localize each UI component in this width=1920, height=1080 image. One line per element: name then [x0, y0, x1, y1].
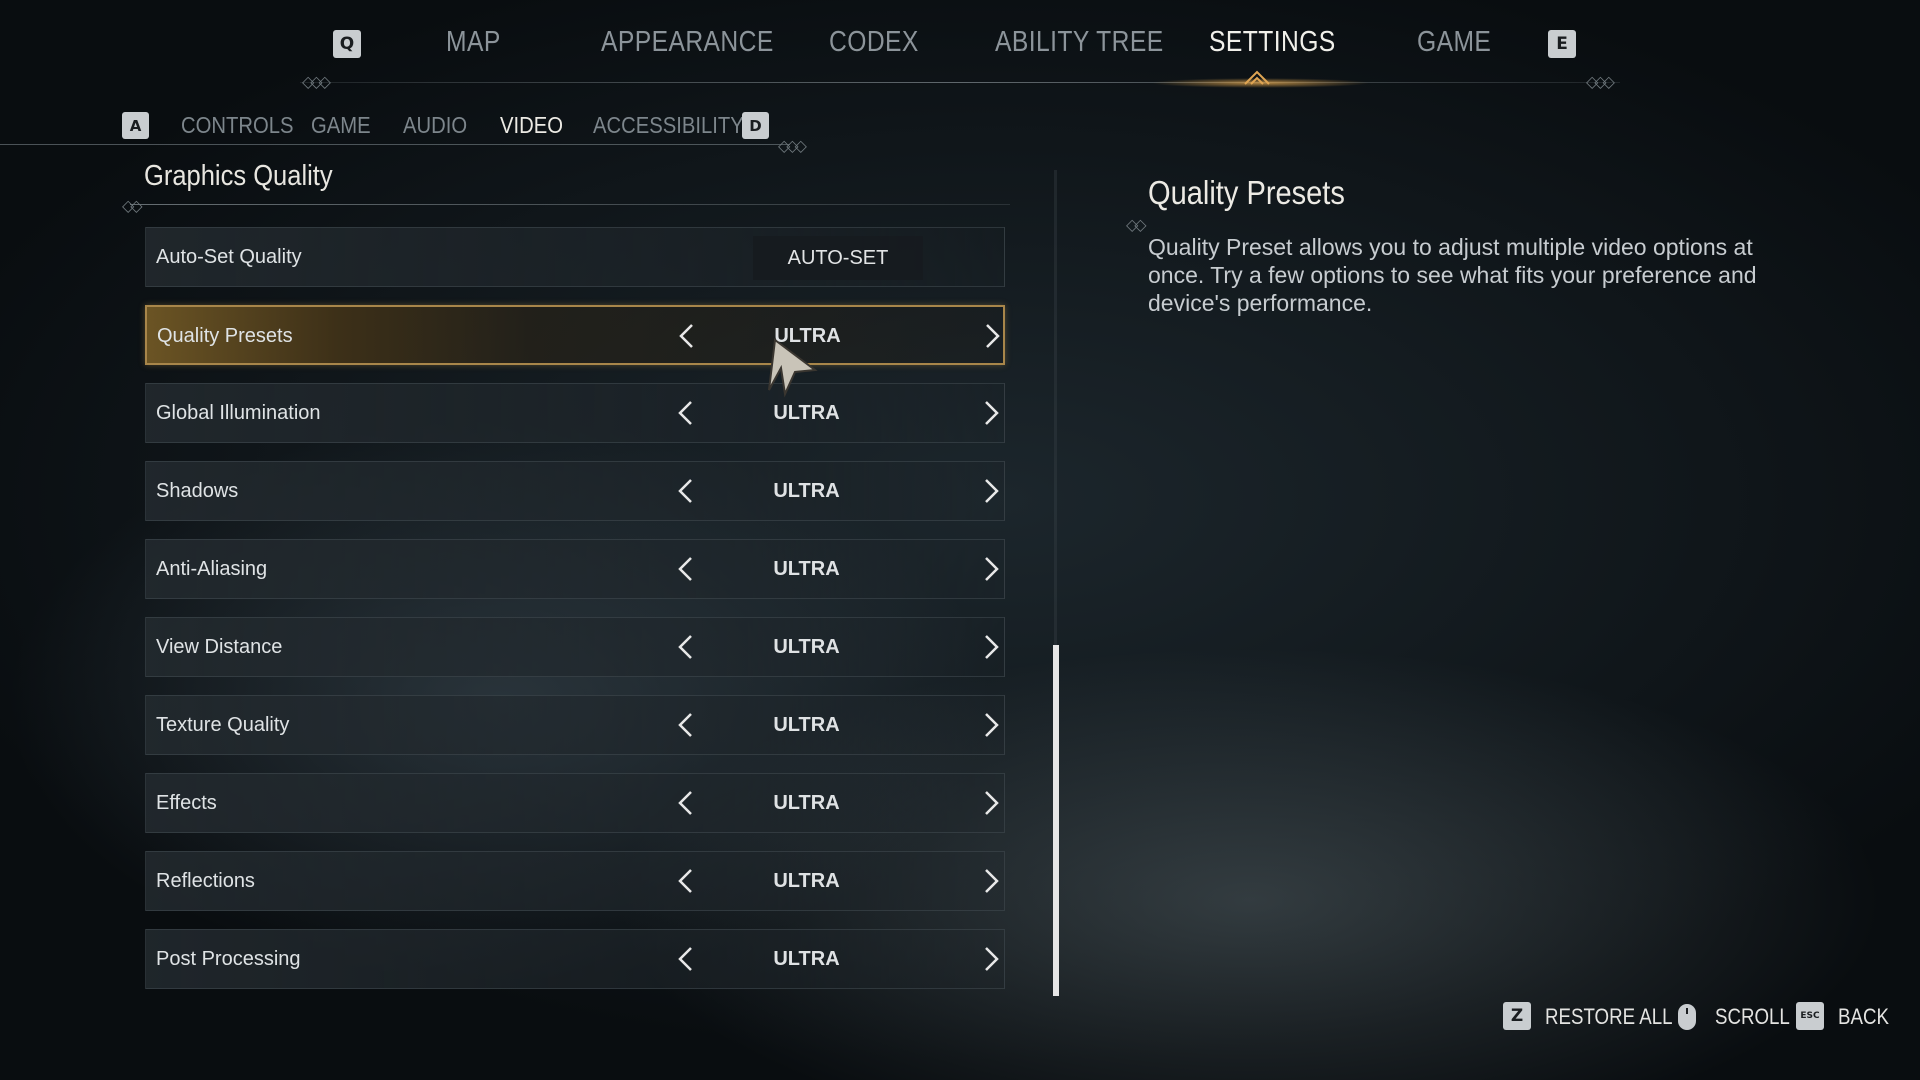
setting-label: Shadows [156, 480, 239, 502]
info-title: Quality Presets [1148, 174, 1345, 211]
subtab-audio[interactable]: AUDIO [403, 112, 467, 139]
ornament-left-icon: ◇◇◇ [302, 74, 331, 91]
arrow-right-icon[interactable] [976, 944, 1006, 974]
d-key-icon[interactable]: D [742, 112, 769, 139]
tab-appearance[interactable]: APPEARANCE [601, 26, 774, 59]
top-nav-divider [300, 82, 1620, 83]
setting-label: Post Processing [156, 948, 301, 970]
arrow-left-icon[interactable] [671, 398, 701, 428]
arrow-left-icon[interactable] [671, 866, 701, 896]
mouse-cursor-icon [768, 338, 818, 398]
subtab-video[interactable]: VIDEO [500, 112, 563, 139]
setting-label: Auto-Set Quality [156, 246, 302, 268]
setting-label: Effects [156, 792, 217, 814]
z-key-icon[interactable]: Z [1503, 1002, 1531, 1030]
arrow-left-icon[interactable] [671, 944, 701, 974]
setting-value: ULTRA [773, 558, 840, 580]
arrow-left-icon[interactable] [671, 788, 701, 818]
esc-key-icon[interactable]: ESC [1796, 1002, 1824, 1030]
arrow-right-icon[interactable] [976, 710, 1006, 740]
auto-set-button[interactable]: AUTO-SET [753, 236, 923, 280]
setting-value: ULTRA [773, 636, 840, 658]
setting-value: ULTRA [773, 948, 840, 970]
arrow-left-icon[interactable] [672, 321, 702, 351]
e-key-icon[interactable]: E [1548, 30, 1576, 58]
setting-value: ULTRA [773, 792, 840, 814]
setting-label: Quality Presets [157, 325, 293, 347]
setting-label: Global Illumination [156, 402, 321, 424]
setting-row-global-illumination[interactable]: Global Illumination ULTRA [145, 383, 1005, 443]
setting-row-anti-aliasing[interactable]: Anti-Aliasing ULTRA [145, 539, 1005, 599]
setting-value: ULTRA [773, 714, 840, 736]
setting-row-post-processing[interactable]: Post Processing ULTRA [145, 929, 1005, 989]
a-key-icon[interactable]: A [122, 112, 149, 139]
setting-value: ULTRA [773, 480, 840, 502]
setting-label: View Distance [156, 636, 283, 658]
setting-label: Anti-Aliasing [156, 558, 268, 580]
arrow-left-icon[interactable] [671, 476, 701, 506]
setting-row-quality-presets[interactable]: Quality Presets ULTRA [145, 305, 1005, 365]
mouse-scroll-icon [1678, 1004, 1696, 1030]
arrow-right-icon[interactable] [977, 321, 1007, 351]
arrow-right-icon[interactable] [976, 398, 1006, 428]
setting-value: ULTRA [773, 870, 840, 892]
tab-game[interactable]: GAME [1417, 26, 1491, 59]
back-button[interactable]: BACK [1838, 1004, 1889, 1030]
setting-label: Texture Quality [156, 714, 290, 736]
arrow-right-icon[interactable] [976, 632, 1006, 662]
setting-label: Reflections [156, 870, 255, 892]
subtab-controls[interactable]: CONTROLS [181, 112, 293, 139]
subtab-accessibility[interactable]: ACCESSIBILITY [593, 112, 744, 139]
scrollbar-thumb[interactable] [1053, 645, 1059, 996]
setting-row-view-distance[interactable]: View Distance ULTRA [145, 617, 1005, 677]
tab-codex[interactable]: CODEX [829, 26, 919, 59]
q-key-icon[interactable]: Q [333, 30, 361, 58]
scroll-label: SCROLL [1715, 1004, 1790, 1029]
setting-row-auto-set-quality[interactable]: Auto-Set Quality AUTO-SET [145, 227, 1005, 287]
setting-row-reflections[interactable]: Reflections ULTRA [145, 851, 1005, 911]
setting-row-effects[interactable]: Effects ULTRA [145, 773, 1005, 833]
tab-settings[interactable]: SETTINGS [1209, 26, 1336, 59]
subtab-game[interactable]: GAME [311, 112, 371, 139]
arrow-left-icon[interactable] [671, 554, 701, 584]
restore-all-button[interactable]: RESTORE ALL [1545, 1004, 1673, 1030]
setting-row-shadows[interactable]: Shadows ULTRA [145, 461, 1005, 521]
info-description: Quality Preset allows you to adjust mult… [1148, 234, 1757, 316]
tab-map[interactable]: MAP [446, 26, 501, 59]
arrow-right-icon[interactable] [976, 476, 1006, 506]
section-divider [130, 204, 1010, 205]
section-ornament-icon: ◇◇ [122, 198, 143, 215]
info-ornament-icon: ◇◇ [1126, 217, 1147, 234]
ornament-right-icon: ◇◇◇ [1586, 74, 1615, 91]
arrow-right-icon[interactable] [976, 554, 1006, 584]
section-title: Graphics Quality [144, 160, 333, 192]
arrow-left-icon[interactable] [671, 632, 701, 662]
arrow-right-icon[interactable] [976, 788, 1006, 818]
setting-row-texture-quality[interactable]: Texture Quality ULTRA [145, 695, 1005, 755]
arrow-right-icon[interactable] [976, 866, 1006, 896]
sub-nav-divider [0, 144, 790, 145]
subnav-ornament-icon: ◇◇◇ [778, 138, 807, 155]
tab-ability-tree[interactable]: ABILITY TREE [995, 26, 1164, 59]
arrow-left-icon[interactable] [671, 710, 701, 740]
active-tab-indicator-icon [1244, 70, 1270, 85]
